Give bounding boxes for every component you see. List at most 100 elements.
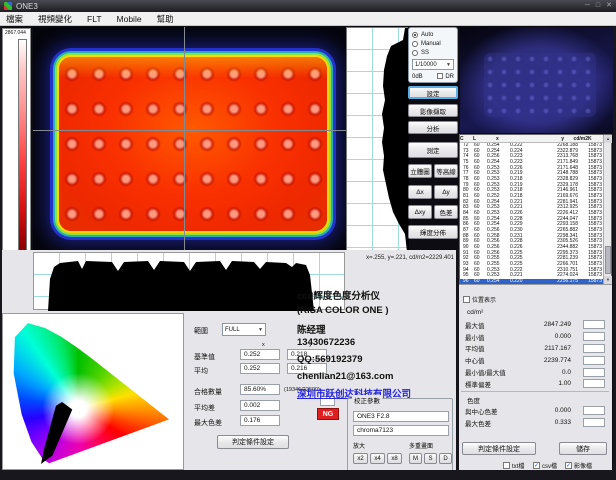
ad-line-5: QQ:569192379	[297, 354, 363, 365]
cie-horseshoe	[6, 316, 180, 468]
maximize-button[interactable]: □	[596, 1, 600, 11]
calibration-field-2[interactable]: chroma7123	[353, 425, 449, 436]
camera-settings-panel: Auto Manual SS 1/10000 ▼ 0dB DR	[408, 27, 458, 83]
separator	[461, 391, 609, 392]
shutter-dropdown[interactable]: 1/10000 ▼	[412, 59, 454, 70]
delta-x-button[interactable]: Δx	[408, 185, 432, 199]
reference-x-field[interactable]: 0.252	[240, 349, 280, 360]
csv-file-checkbox[interactable]: ✓ csv檔	[533, 461, 557, 470]
crosshair-horizontal[interactable]	[33, 130, 346, 131]
ng-badge: NG	[317, 408, 339, 420]
table-body: 72600.254 0.2222268.18815873 73600.254 0…	[460, 143, 604, 285]
judge-result-box	[583, 320, 605, 329]
zoom-buttons: x2x4x8	[353, 453, 402, 464]
analyze-button[interactable]: 分析	[408, 121, 458, 134]
judge-result-box	[583, 344, 605, 353]
multi-screen-buttons: MSD	[409, 453, 452, 464]
radio-manual-circle[interactable]	[412, 41, 418, 47]
scroll-down-icon[interactable]: ▼	[604, 276, 612, 284]
unit-label: cd/m²	[467, 309, 483, 316]
txt-checkbox-box[interactable]	[503, 462, 510, 469]
judge-condition-button-2[interactable]: 判定條件設定	[462, 442, 536, 455]
crosshair-vertical[interactable]	[184, 27, 185, 250]
multi-screen-label: 多重畫面	[409, 441, 433, 450]
multi-screen-button[interactable]: D	[439, 453, 452, 464]
image-checkbox-box[interactable]: ✓	[565, 462, 572, 469]
dr-checkbox[interactable]: DR	[437, 73, 454, 80]
vertical-profile-curve	[347, 28, 409, 252]
average-label: 平均	[194, 366, 208, 376]
color-scale: 2867.044 0.000	[2, 28, 31, 288]
radio-ss[interactable]: SS	[412, 48, 454, 57]
zoom-factor-button[interactable]: x2	[353, 453, 368, 464]
close-button[interactable]: ✕	[606, 1, 612, 11]
scroll-up-icon[interactable]: ▲	[604, 135, 612, 143]
reference-label: 基準值	[194, 352, 215, 362]
menu-bar: 檔案 視頻變化 FLT Mobile 幫助	[0, 12, 616, 26]
col-x-header: x	[262, 342, 265, 348]
csv-checkbox-box[interactable]: ✓	[533, 462, 540, 469]
zoom-label: 放大	[353, 441, 365, 450]
radio-ss-circle[interactable]	[412, 50, 418, 56]
radio-auto-circle[interactable]	[412, 32, 418, 38]
luminance-heatmap[interactable]	[33, 27, 346, 250]
save-button[interactable]: 儲存	[559, 442, 607, 455]
contour-button[interactable]: 等高線	[434, 164, 458, 178]
multi-screen-button[interactable]: S	[424, 453, 437, 464]
menu-item[interactable]: FLT	[87, 14, 101, 24]
stat-row: 最小值/最大值 0.0	[459, 366, 612, 378]
measure-button[interactable]: 測定	[408, 142, 458, 158]
scale-gradient-bar	[18, 39, 27, 277]
image-file-checkbox[interactable]: ✓ 影像檔	[565, 461, 592, 470]
title-bar: ONE3 ─ □ ✕	[0, 0, 616, 12]
judge-condition-button[interactable]: 判定條件設定	[217, 435, 289, 449]
position-checkbox-box[interactable]	[463, 296, 470, 303]
menu-item[interactable]: 視頻變化	[38, 13, 72, 25]
ad-line-2: (RISA COLOR ONE )	[297, 305, 388, 316]
cie-chromaticity-diagram[interactable]	[2, 313, 184, 470]
scale-max-value: 2867.044	[5, 30, 26, 36]
dr-checkbox-box[interactable]	[437, 73, 443, 79]
radio-manual[interactable]: Manual	[412, 39, 454, 48]
set-button[interactable]: 設定	[408, 86, 458, 99]
minimize-button[interactable]: ─	[585, 1, 590, 11]
zoom-factor-button[interactable]: x8	[387, 453, 402, 464]
judge-result-box	[583, 406, 605, 415]
vertical-profile-plot	[346, 27, 408, 251]
menu-item[interactable]: Mobile	[117, 14, 142, 24]
camera-preview-image[interactable]	[460, 27, 616, 133]
delta-xy-button[interactable]: Δxy	[408, 205, 432, 219]
multi-screen-button[interactable]: M	[409, 453, 422, 464]
calibration-group: 校正參數 ONE3 F2.8 chroma7123 放大 x2x4x8 多重畫面…	[347, 398, 453, 474]
table-scrollbar[interactable]: ▲ ▼	[603, 135, 611, 284]
stat-row: 中心值 2239.774	[459, 354, 612, 366]
menu-item[interactable]: 幫助	[157, 13, 174, 25]
stats-panel: 位置表示 cd/m² 最大值 2847.249 最小值 0.000 平均值	[459, 284, 612, 470]
ad-line-6: chenlian21@163.com	[297, 371, 393, 382]
calibration-field-1[interactable]: ONE3 F2.8	[353, 411, 449, 422]
txt-file-checkbox[interactable]: txt檔	[503, 461, 524, 470]
range-dropdown[interactable]: FULL ▼	[222, 323, 266, 336]
delta-y-button[interactable]: Δy	[434, 185, 458, 199]
chevron-down-icon: ▼	[258, 327, 263, 333]
max-diff-value: 0.176	[240, 415, 280, 426]
color-diff-button[interactable]: 色差	[434, 205, 458, 219]
scrollbar-thumb[interactable]	[605, 246, 611, 274]
luminance-stats-rows: 最大值 2847.249 最小值 0.000 平均值 2117.167	[459, 319, 612, 390]
chroma-section-label: 色度	[467, 395, 480, 405]
radio-auto[interactable]: Auto	[412, 30, 454, 39]
app-icon	[4, 2, 12, 10]
luminance-dist-button[interactable]: 輝度分佈	[408, 225, 458, 239]
window-title: ONE3	[16, 2, 38, 11]
judge-result-box	[583, 379, 605, 388]
stat-row: 最大值 2847.249	[459, 319, 612, 331]
capture-button[interactable]: 影像擷取	[408, 104, 458, 117]
zoom-factor-button[interactable]: x4	[370, 453, 385, 464]
view3d-button[interactable]: 立體圖	[408, 164, 432, 178]
calibration-group-title: 校正參數	[352, 395, 382, 405]
position-display-checkbox[interactable]: 位置表示	[463, 295, 496, 304]
menu-item[interactable]: 檔案	[6, 13, 23, 25]
average-x-field: 0.252	[240, 363, 280, 374]
horizontal-profile-curve	[34, 253, 346, 311]
gain-label: 0dB	[412, 74, 423, 80]
